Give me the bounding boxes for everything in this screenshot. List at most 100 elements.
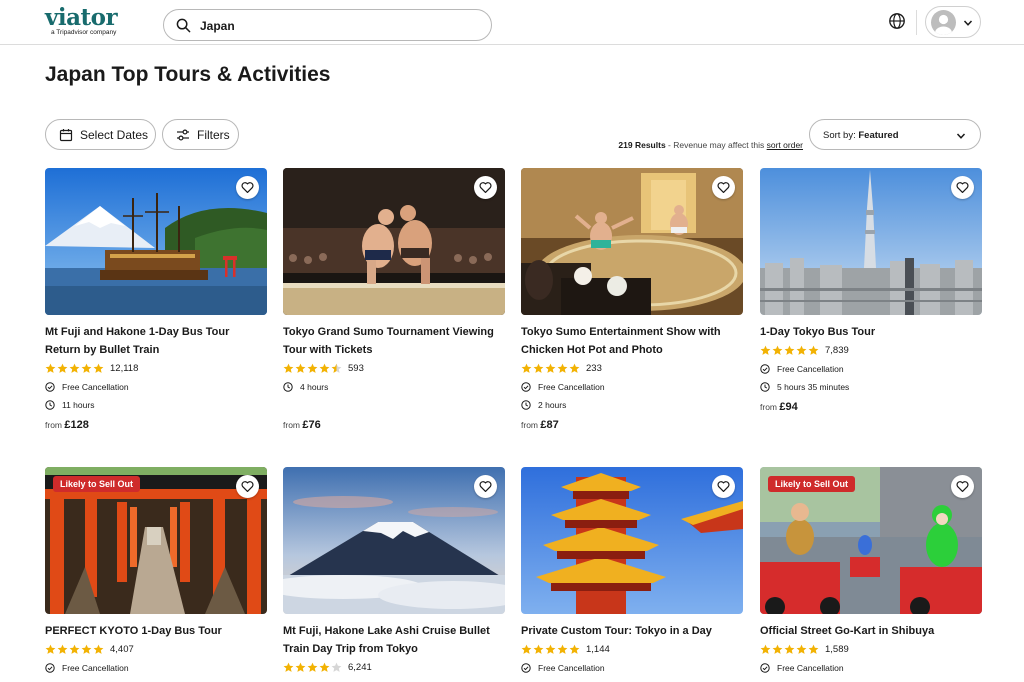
price: from £76: [283, 419, 505, 431]
star-icon: [808, 644, 819, 654]
save-to-wishlist-button[interactable]: [712, 475, 735, 498]
likely-to-sell-out-badge: Likely to Sell Out: [53, 476, 141, 492]
star-rating: [760, 345, 819, 356]
star-icon: [772, 345, 783, 355]
star-icon: [533, 644, 544, 654]
star-icon: [784, 644, 795, 654]
star-icon: [57, 363, 68, 373]
save-to-wishlist-button[interactable]: [474, 475, 497, 498]
user-icon: [935, 14, 952, 35]
check-circle-icon: [760, 364, 770, 374]
cancellation-text: Free Cancellation: [62, 382, 129, 392]
product-card[interactable]: Private Custom Tour: Tokyo in a Day 1,14…: [521, 467, 743, 677]
star-icon: [545, 644, 556, 654]
product-title[interactable]: Mt Fuji, Hakone Lake Ashi Cruise Bullet …: [283, 622, 505, 658]
filters-button[interactable]: Filters: [162, 119, 239, 150]
product-card[interactable]: 1-Day Tokyo Bus Tour 7,839 Free Cancella…: [760, 168, 982, 413]
price: from £128: [45, 419, 267, 431]
product-title[interactable]: Tokyo Sumo Entertainment Show with Chick…: [521, 323, 743, 359]
review-count: 1,144: [586, 644, 610, 655]
select-dates-button[interactable]: Select Dates: [45, 119, 156, 150]
product-title[interactable]: PERFECT KYOTO 1-Day Bus Tour: [45, 622, 267, 640]
avatar: [931, 10, 956, 35]
globe-icon[interactable]: [888, 12, 906, 30]
heart-icon: [241, 182, 254, 194]
chevron-down-icon: [963, 20, 973, 26]
product-card[interactable]: Tokyo Sumo Entertainment Show with Chick…: [521, 168, 743, 431]
red-pagoda-image: [521, 467, 743, 614]
star-icon: [283, 662, 294, 672]
price: from £87: [521, 419, 743, 431]
product-card[interactable]: Mt Fuji, Hakone Lake Ashi Cruise Bullet …: [283, 467, 505, 677]
star-icon: [45, 644, 56, 654]
search-input[interactable]: [200, 16, 480, 35]
logo-wordmark: viator: [45, 4, 118, 31]
star-icon: [307, 662, 318, 672]
star-icon: [331, 363, 342, 373]
star-icon: [557, 363, 568, 373]
product-image[interactable]: [283, 168, 505, 315]
product-title[interactable]: Tokyo Grand Sumo Tournament Viewing Tour…: [283, 323, 505, 359]
review-count: 12,118: [110, 363, 139, 374]
review-count: 593: [348, 363, 364, 374]
product-card[interactable]: Mt Fuji and Hakone 1-Day Bus Tour Return…: [45, 168, 267, 431]
product-image[interactable]: [45, 168, 267, 315]
star-icon: [521, 644, 532, 654]
save-to-wishlist-button[interactable]: [474, 176, 497, 199]
sort-order-link[interactable]: sort order: [767, 140, 803, 150]
product-title[interactable]: Official Street Go-Kart in Shibuya: [760, 622, 982, 640]
product-title[interactable]: 1-Day Tokyo Bus Tour: [760, 323, 982, 341]
clock-icon: [45, 400, 55, 410]
product-image[interactable]: [521, 467, 743, 614]
save-to-wishlist-button[interactable]: [951, 475, 974, 498]
star-icon: [796, 644, 807, 654]
clock-icon: [283, 382, 293, 392]
save-to-wishlist-button[interactable]: [236, 176, 259, 199]
results-count: 219 Results: [618, 140, 666, 150]
product-image[interactable]: [521, 168, 743, 315]
star-icon: [93, 644, 104, 654]
product-image[interactable]: [760, 168, 982, 315]
star-icon: [331, 662, 342, 672]
clock-icon: [521, 400, 531, 410]
viator-logo[interactable]: viator a Tripadvisor company: [45, 4, 118, 37]
star-icon: [81, 644, 92, 654]
sort-prefix: Sort by:: [823, 130, 859, 141]
product-image[interactable]: Likely to Sell Out: [760, 467, 982, 614]
heart-icon: [717, 481, 730, 493]
cancellation-text: Free Cancellation: [777, 364, 844, 374]
heart-icon: [241, 481, 254, 493]
results-summary: 219 Results - Revenue may affect this so…: [618, 140, 803, 150]
product-image[interactable]: Likely to Sell Out: [45, 467, 267, 614]
search-bar[interactable]: [163, 9, 492, 41]
sort-dropdown[interactable]: Sort by: Featured: [809, 119, 981, 150]
review-count: 1,589: [825, 644, 849, 655]
product-image[interactable]: [283, 467, 505, 614]
price-prefix: from: [760, 402, 780, 412]
star-icon: [57, 644, 68, 654]
duration-row: 11 hours: [45, 396, 267, 414]
rating-row: 1,589: [760, 640, 982, 659]
star-rating: [760, 644, 819, 655]
heart-icon: [717, 182, 730, 194]
filters-label: Filters: [197, 128, 230, 142]
save-to-wishlist-button[interactable]: [236, 475, 259, 498]
price-value: £87: [540, 419, 559, 431]
star-icon: [69, 644, 80, 654]
star-icon: [569, 644, 580, 654]
product-card[interactable]: Likely to Sell Out PERFECT KYOTO 1-Day B…: [45, 467, 267, 677]
profile-menu-button[interactable]: [925, 6, 981, 38]
product-title[interactable]: Private Custom Tour: Tokyo in a Day: [521, 622, 743, 640]
save-to-wishlist-button[interactable]: [712, 176, 735, 199]
star-rating: [45, 363, 104, 374]
star-rating: [283, 363, 342, 374]
star-icon: [569, 363, 580, 373]
price-value: £128: [64, 419, 89, 431]
rating-row: 233: [521, 359, 743, 378]
product-card[interactable]: Likely to Sell Out Official Street Go-Ka…: [760, 467, 982, 677]
save-to-wishlist-button[interactable]: [951, 176, 974, 199]
product-title[interactable]: Mt Fuji and Hakone 1-Day Bus Tour Return…: [45, 323, 267, 359]
likely-to-sell-out-badge: Likely to Sell Out: [768, 476, 856, 492]
product-card[interactable]: Tokyo Grand Sumo Tournament Viewing Tour…: [283, 168, 505, 431]
star-icon: [319, 363, 330, 373]
